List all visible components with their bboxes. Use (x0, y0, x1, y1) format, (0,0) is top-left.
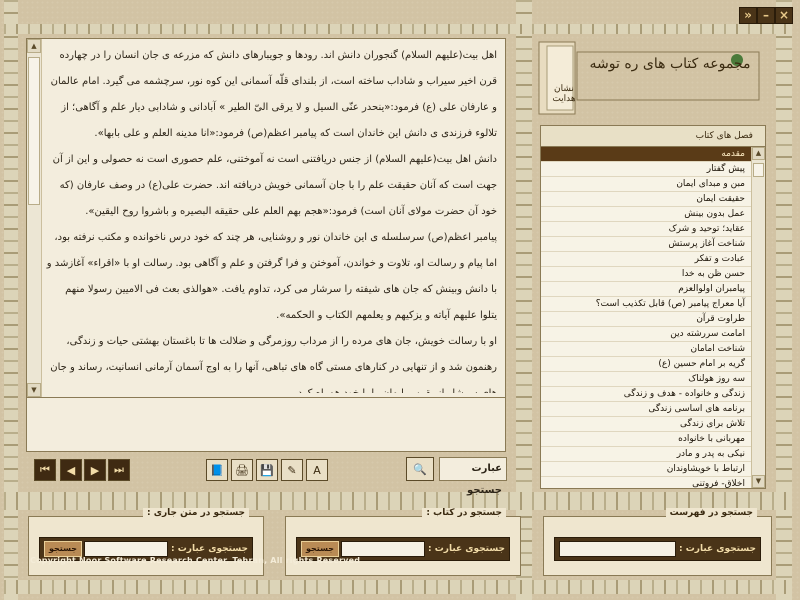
chapter-list[interactable]: مقدمه پیش گفتار مبن و مبدای ایمان حقیقت ایم… (540, 147, 766, 489)
top-decorative-band (4, 24, 792, 34)
scroll-up-icon[interactable]: ▲ (27, 39, 41, 53)
reader-text: اهل بیت(علیهم السلام) گنجوران دانش اند. … (45, 43, 497, 393)
chapter-item[interactable]: عبادت و تفکر (541, 252, 751, 267)
chapter-item[interactable]: حقیقت ایمان (541, 192, 751, 207)
chapter-item[interactable]: امامت سررشته دین (541, 327, 751, 342)
book-search-input[interactable] (341, 541, 425, 557)
chapter-item[interactable]: طراوت قرآن (541, 312, 751, 327)
reader-paragraph: پیامبر اعظم(ص) سرسلسله ی این خاندان نور … (46, 232, 497, 321)
text-search-title: جستجو در متن جاری : (142, 508, 249, 518)
book-search-label: جستجوی عبارت : (428, 544, 505, 554)
last-page-button[interactable]: ⏭ (108, 459, 130, 481)
reader-scrollbar[interactable]: ▲ ▼ (27, 39, 42, 397)
logo-title: مجموعه کتاب های ره توشه (589, 56, 751, 72)
reader-paragraph: او با رسالت خویش، جان های مرده را از مرد… (50, 336, 497, 393)
chapter-item[interactable]: شناخت آغاز پرستش (541, 237, 751, 252)
chapter-item[interactable]: گریه بر امام حسین (ع) (541, 357, 751, 372)
chapter-item[interactable]: زندگی و خانواده - هدف و زندگی (541, 387, 751, 402)
chapter-item[interactable]: شناخت امامان (541, 342, 751, 357)
list-search-panel: جستجو در فهرست جستجوی عبارت : (543, 508, 772, 576)
chapter-item[interactable]: مبن و مبدای ایمان (541, 177, 751, 192)
chapter-item[interactable]: اخلاق- فروتنی (541, 477, 751, 488)
list-search-title: جستجو در فهرست (665, 508, 757, 518)
book-search-panel: جستجو در کتاب : جستجوی عبارت : جستجو (285, 508, 521, 576)
search-input[interactable]: عبارت جستجو (439, 457, 507, 496)
chapter-item[interactable]: پیامبران اولوالعزم (541, 282, 751, 297)
scroll-up-icon[interactable]: ▲ (752, 147, 765, 160)
chapter-item[interactable]: مهربانی با خانواده (541, 432, 751, 447)
list-search-frame: جستجوی عبارت : (554, 537, 761, 561)
reader-paragraph: اهل بیت(علیهم السلام) گنجوران دانش اند. … (50, 50, 497, 139)
book-search-title: جستجو در کتاب : (422, 508, 506, 518)
scroll-thumb[interactable] (28, 57, 40, 205)
next-page-button[interactable]: ▶ (84, 459, 106, 481)
reader-paragraph: دانش اهل بیت(علیهم السلام) از جنس دریافت… (52, 154, 497, 217)
chapter-item[interactable]: آیا معراج پیامبر (ص) قابل تکذیب است؟ (541, 297, 751, 312)
scroll-down-icon[interactable]: ▼ (27, 383, 41, 397)
book-search-button[interactable]: جستجو (301, 541, 339, 557)
chapter-item[interactable]: مقدمه (541, 147, 751, 162)
text-search-input[interactable] (84, 541, 168, 557)
app-logo (538, 41, 760, 115)
text-search-panel: جستجو در متن جاری : جستجوی عبارت : جستجو (28, 508, 264, 576)
chapter-item[interactable]: پیش گفتار (541, 162, 751, 177)
search-icon-button[interactable]: 🔍 (406, 457, 434, 481)
chapter-item[interactable]: نیکی به پدر و مادر (541, 447, 751, 462)
logo-subtitle: نشان هدایت (552, 84, 576, 104)
reader-panel: ▲ ▼ اهل بیت(علیهم السلام) گنجوران دانش ا… (26, 38, 506, 398)
notes-area[interactable] (26, 398, 506, 452)
chapters-header: فصل های کتاب (540, 125, 766, 147)
chapter-item[interactable]: برنامه های اساسی زندگی (541, 402, 751, 417)
bottom-decorative-band (4, 580, 792, 594)
print-button[interactable]: 🖨 (231, 459, 253, 481)
chapter-item[interactable]: حسن ظن به خدا (541, 267, 751, 282)
left-decorative-band (4, 0, 18, 600)
copyright-text: Copyright Noor Software Research Center,… (30, 556, 361, 565)
toggle-panel-button[interactable]: » (739, 7, 757, 24)
list-search-label: جستجوی عبارت : (679, 544, 756, 554)
text-search-button[interactable]: جستجو (44, 541, 82, 557)
prev-page-button[interactable]: ◀ (60, 459, 82, 481)
minimize-button[interactable]: – (757, 7, 775, 24)
chapter-item[interactable]: تلاش برای زندگی (541, 417, 751, 432)
scroll-thumb[interactable] (753, 163, 764, 177)
save-button[interactable]: 💾 (256, 459, 278, 481)
chapter-item[interactable]: عمل بدون بینش (541, 207, 751, 222)
chapter-list-scrollbar[interactable]: ▲ ▼ (751, 147, 765, 488)
edit-button[interactable]: ✎ (281, 459, 303, 481)
book-icon-button[interactable]: 📘 (206, 459, 228, 481)
chapter-item[interactable]: عقاید؛ توحید و شرک (541, 222, 751, 237)
right-decorative-band (776, 0, 792, 600)
font-size-button[interactable]: A (306, 459, 328, 481)
text-search-label: جستجوی عبارت : (171, 544, 248, 554)
chapter-item[interactable]: ارتباط با خویشاوندان (541, 462, 751, 477)
close-button[interactable]: × (775, 7, 793, 24)
first-page-button[interactable]: ⏮ (34, 459, 56, 481)
center-decorative-band (516, 0, 532, 600)
scroll-down-icon[interactable]: ▼ (752, 475, 765, 488)
chapter-item[interactable]: سه روز هولناک (541, 372, 751, 387)
list-search-input[interactable] (559, 541, 676, 557)
